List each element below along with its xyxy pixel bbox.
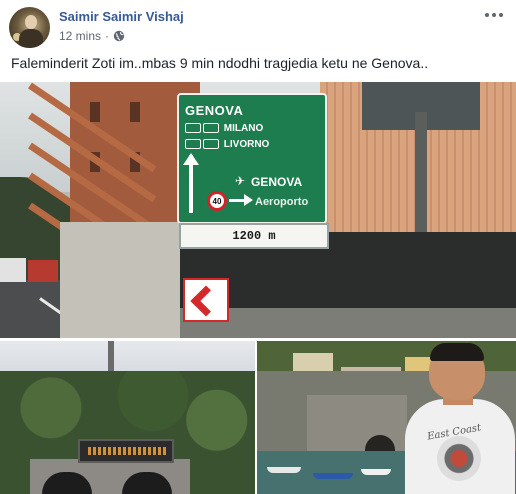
author-name[interactable]: Saimir Saimir Vishaj [59, 9, 184, 24]
vehicle [0, 258, 26, 282]
person-hair [430, 343, 484, 361]
sign-exit-secondary: Aeroporto [255, 196, 309, 208]
concrete-wall [60, 222, 180, 338]
distance-sign: 1200 m [179, 223, 329, 249]
facebook-post: Saimir Saimir Vishaj 12 mins · Faleminde… [0, 0, 516, 494]
more-dot [485, 13, 489, 17]
route-badge-icon [203, 139, 219, 150]
tunnel-entrance [30, 459, 190, 494]
meta-separator: · [105, 29, 110, 43]
sign-route-milano: MILANO [185, 123, 263, 134]
post-text: Faleminderit Zoti im..mbas 9 min ndodhi … [11, 55, 429, 71]
boat [361, 469, 391, 475]
led-text [88, 447, 166, 455]
sign-route-1: MILANO [223, 123, 264, 134]
route-badge-icon [203, 123, 219, 134]
author-avatar[interactable] [9, 7, 50, 48]
globe-icon[interactable] [113, 30, 125, 42]
more-dot [499, 13, 503, 17]
sign-destination: GENOVA [185, 103, 244, 118]
barrier-band [180, 308, 516, 338]
sign-route-livorno: LIVORNO [185, 139, 269, 150]
boat [313, 473, 353, 479]
more-options-icon[interactable] [484, 8, 504, 22]
boat [267, 467, 301, 473]
chevron-warning-sign [183, 278, 229, 322]
chevron-left-icon [190, 285, 222, 317]
speed-limit-sign: 40 [207, 191, 227, 211]
shirt-print [437, 436, 481, 481]
harbor-selfie-photo[interactable]: East Coast [257, 341, 516, 494]
post-meta: 12 mins · [59, 29, 125, 43]
led-message-board [78, 439, 174, 463]
arrow-up-icon [183, 153, 199, 213]
highway-sign-photo[interactable]: GENOVA MILANO LIVORNO ✈ GENOVA 40 Aeropo… [0, 82, 516, 338]
avatar-face [25, 15, 37, 29]
highway-direction-sign: GENOVA MILANO LIVORNO ✈ GENOVA 40 Aeropo… [177, 93, 327, 224]
tunnel-arch [122, 472, 172, 494]
post-timestamp[interactable]: 12 mins [59, 29, 101, 43]
route-badge-icon [185, 123, 201, 134]
route-badge-icon [185, 139, 201, 150]
tunnel-photo[interactable] [0, 341, 255, 494]
sign-route-2: LIVORNO [223, 139, 270, 150]
sign-exit-destination: GENOVA [251, 175, 303, 189]
arrow-right-icon [229, 194, 253, 206]
avatar-body [19, 29, 43, 48]
tunnel-arch [42, 472, 92, 494]
airplane-icon: ✈ [235, 174, 246, 188]
more-dot [492, 13, 496, 17]
